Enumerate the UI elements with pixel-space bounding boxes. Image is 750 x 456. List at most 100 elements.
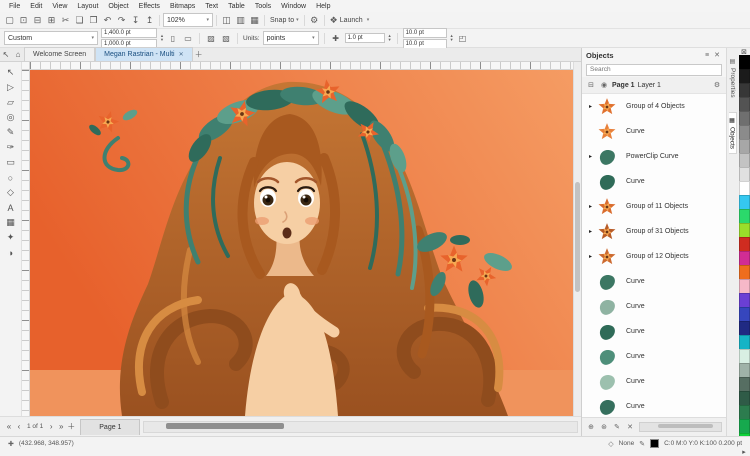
launch-button[interactable]: ❖ Launch ▾ <box>328 14 372 27</box>
horizontal-ruler[interactable] <box>30 62 573 70</box>
object-row[interactable]: Curve <box>582 294 726 319</box>
open-icon[interactable]: ⊡ <box>17 14 30 27</box>
scrollbar-thumb[interactable] <box>575 182 580 292</box>
page-preset-combo[interactable]: Custom ▾ <box>4 31 98 45</box>
palette-swatch[interactable] <box>739 209 750 224</box>
palette-swatch[interactable] <box>739 293 750 308</box>
palette-swatch[interactable] <box>739 69 750 84</box>
shape-tool[interactable]: ▷ <box>1 80 21 95</box>
menu-file[interactable]: File <box>4 3 25 10</box>
palette-swatch[interactable] <box>739 55 750 70</box>
menu-view[interactable]: View <box>47 3 72 10</box>
ruler-origin[interactable] <box>22 62 30 70</box>
delete-icon[interactable]: ✕ <box>625 423 635 431</box>
palette-swatch[interactable] <box>739 97 750 112</box>
docker-tab-objects[interactable]: ▦Objects <box>729 112 737 154</box>
menu-edit[interactable]: Edit <box>25 3 47 10</box>
object-row[interactable]: ▸Group of 12 Objects <box>582 244 726 269</box>
crop-tool[interactable]: ▱ <box>1 95 21 110</box>
duplicate-y-field[interactable]: 10.0 pt <box>403 39 447 49</box>
palette-swatch[interactable] <box>739 111 750 126</box>
new-document-icon[interactable]: ▢ <box>3 14 16 27</box>
new-tab-button[interactable]: ＋ <box>193 48 205 61</box>
undo-icon[interactable]: ↶ <box>101 14 114 27</box>
palette-swatch[interactable] <box>739 377 750 392</box>
duplicate-stepper[interactable]: ▲▼ <box>450 34 454 42</box>
zoom-tool[interactable]: ◎ <box>1 110 21 125</box>
palette-swatch[interactable] <box>739 335 750 350</box>
palette-swatch[interactable] <box>739 237 750 252</box>
docker-menu-icon[interactable]: ≡ <box>702 52 712 59</box>
page-tab[interactable]: Page 1 <box>80 419 140 435</box>
object-row[interactable]: Curve <box>582 269 726 294</box>
object-row[interactable]: Curve <box>582 169 726 194</box>
home-icon[interactable]: ⌂ <box>12 48 24 61</box>
new-layer-icon[interactable]: ⊕ <box>586 423 596 431</box>
snap-to-button[interactable]: Snap to ▾ <box>268 17 301 24</box>
object-row[interactable]: ▸PowerClip Curve <box>582 144 726 169</box>
drawing-canvas[interactable] <box>30 70 573 416</box>
object-row[interactable]: ▸Group of 4 Objects <box>582 94 726 119</box>
previous-page-icon[interactable]: ‹ <box>14 422 24 431</box>
palette-swatch[interactable] <box>739 139 750 154</box>
distance-icon[interactable]: ◰ <box>457 32 469 44</box>
vertical-ruler[interactable] <box>22 70 30 416</box>
paste-icon[interactable]: ❐ <box>87 14 100 27</box>
zoom-level-combo[interactable]: 102% ▾ <box>163 13 213 27</box>
bleed-icon[interactable]: ▧ <box>220 32 232 44</box>
object-row[interactable]: Curve <box>582 369 726 394</box>
page-label[interactable]: Page 1 <box>612 82 635 89</box>
palette-swatch[interactable] <box>739 391 750 406</box>
docker-h-scrollbar[interactable] <box>639 422 722 432</box>
tab-document-active[interactable]: Megan Rastrian - Multi ✕ <box>95 47 192 61</box>
artistic-media-tool[interactable]: ✑ <box>1 140 21 155</box>
fullscreen-preview-icon[interactable]: ◫ <box>220 14 233 27</box>
object-row[interactable]: Curve <box>582 119 726 144</box>
new-master-layer-icon[interactable]: ⊛ <box>599 423 609 431</box>
scrollbar-thumb[interactable] <box>166 423 284 429</box>
duplicate-x-field[interactable]: 10.0 pt <box>403 28 447 38</box>
palette-swatch[interactable] <box>739 153 750 168</box>
menu-tools[interactable]: Tools <box>250 3 276 10</box>
vertical-scrollbar[interactable] <box>573 62 581 416</box>
portrait-icon[interactable]: ▯ <box>167 32 179 44</box>
palette-swatch[interactable] <box>739 419 750 434</box>
options-gear-icon[interactable]: ⚙ <box>308 14 321 27</box>
horizontal-scrollbar[interactable] <box>143 421 578 433</box>
table-tool[interactable]: ▦ <box>1 215 21 230</box>
cut-icon[interactable]: ✂ <box>59 14 72 27</box>
expand-arrow-icon[interactable]: ▸ <box>586 228 595 235</box>
view-mode-icon[interactable]: ▥ <box>234 14 247 27</box>
import-icon[interactable]: ↧ <box>129 14 142 27</box>
palette-swatch[interactable] <box>739 223 750 238</box>
page-width-field[interactable]: 1,400.0 pt <box>101 28 157 38</box>
eyedropper-tool[interactable]: ✦ <box>1 230 21 245</box>
palette-swatch[interactable] <box>739 279 750 294</box>
menu-table[interactable]: Table <box>223 3 250 10</box>
palette-swatch[interactable] <box>739 307 750 322</box>
object-row[interactable]: Curve <box>582 319 726 344</box>
palette-swatch[interactable] <box>739 195 750 210</box>
palette-swatch[interactable] <box>739 265 750 280</box>
interactive-fill-tool[interactable]: ◑ <box>1 245 21 260</box>
palette-swatch[interactable] <box>739 321 750 336</box>
layer-label[interactable]: Layer 1 <box>638 82 661 89</box>
text-tool[interactable]: A <box>1 200 21 215</box>
next-page-icon[interactable]: › <box>46 422 56 431</box>
first-page-icon[interactable]: « <box>4 422 14 431</box>
menu-object[interactable]: Object <box>103 3 133 10</box>
rectangle-tool[interactable]: ▭ <box>1 155 21 170</box>
pick-tool[interactable]: ↖ <box>1 65 21 80</box>
dimension-stepper[interactable]: ▲▼ <box>160 34 164 42</box>
palette-swatch[interactable] <box>739 363 750 378</box>
menu-effects[interactable]: Effects <box>134 3 165 10</box>
close-icon[interactable]: ✕ <box>712 51 722 59</box>
polygon-tool[interactable]: ◇ <box>1 185 21 200</box>
expand-arrow-icon[interactable]: ▸ <box>586 153 595 160</box>
menu-text[interactable]: Text <box>200 3 223 10</box>
expand-arrow-icon[interactable]: ▸ <box>586 103 595 110</box>
close-icon[interactable]: ✕ <box>179 51 184 58</box>
menu-help[interactable]: Help <box>311 3 335 10</box>
export-icon[interactable]: ↥ <box>143 14 156 27</box>
preview-mode-icon[interactable]: ▦ <box>248 14 261 27</box>
